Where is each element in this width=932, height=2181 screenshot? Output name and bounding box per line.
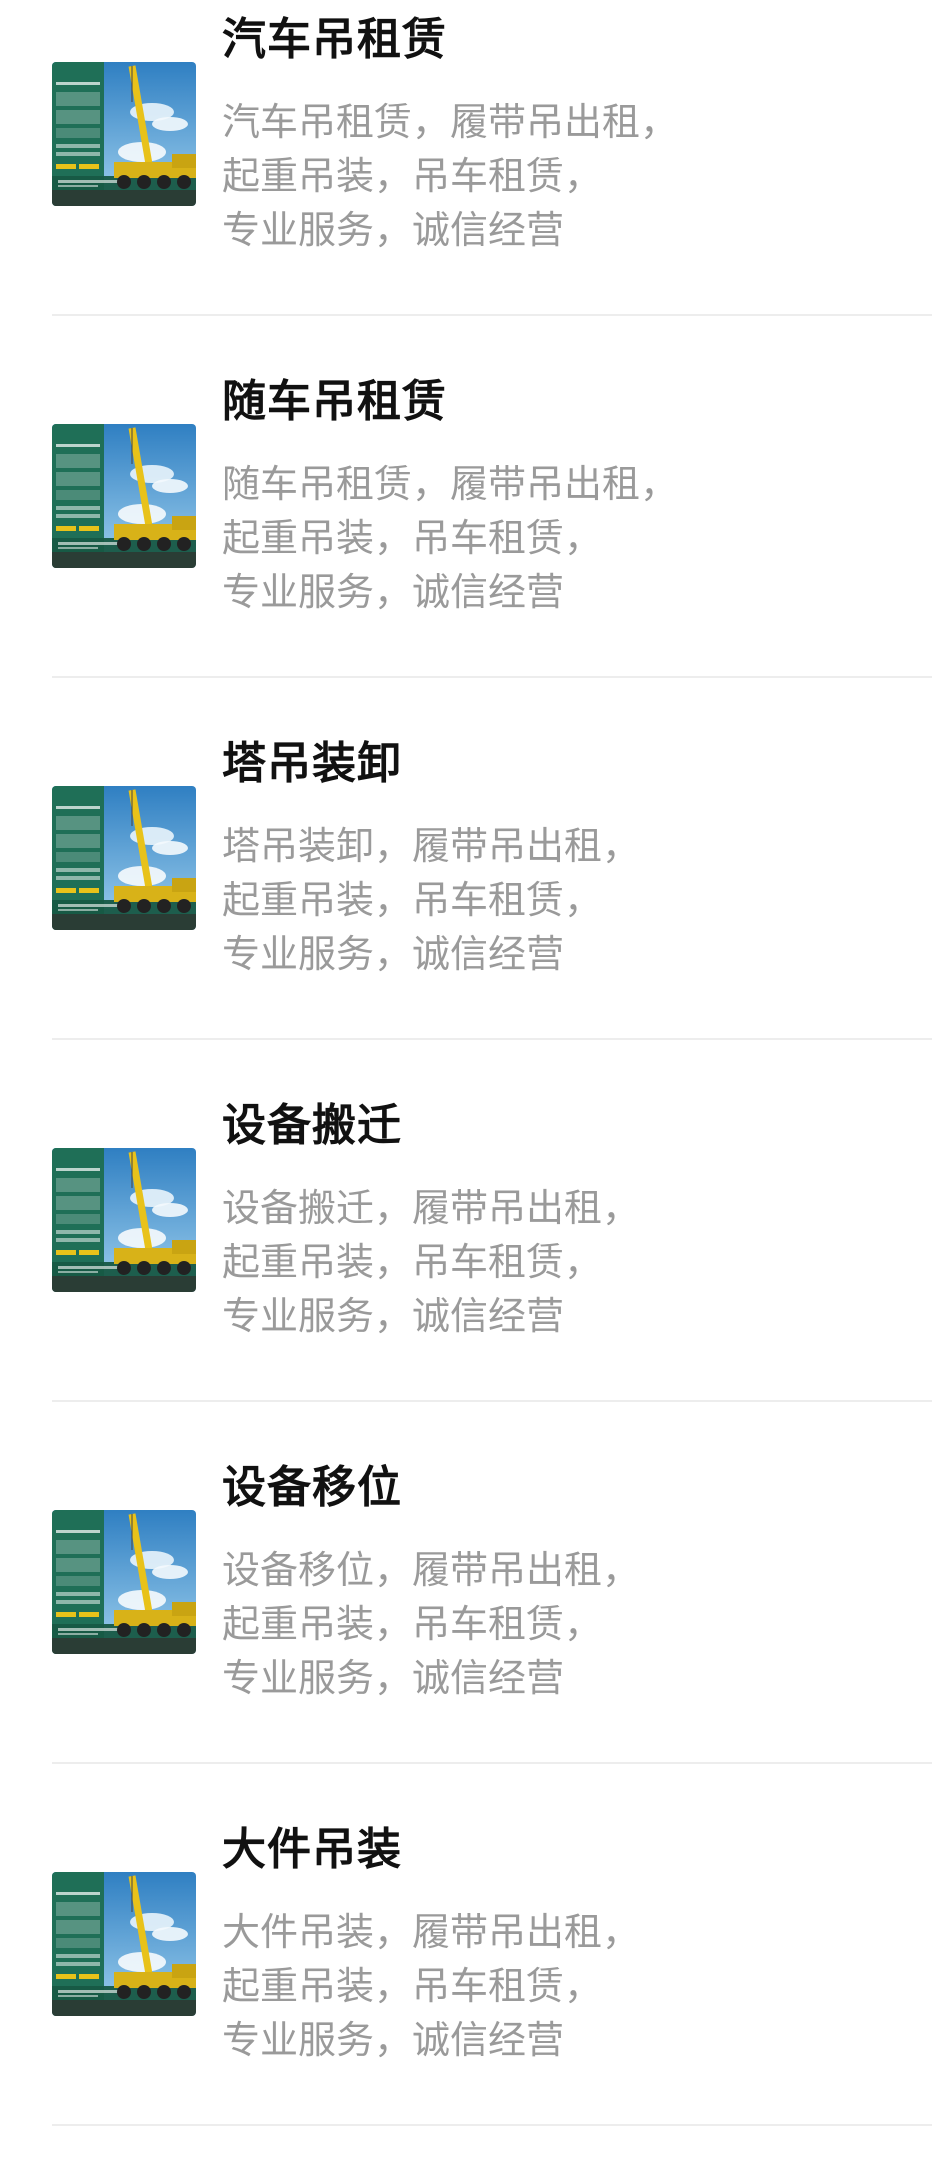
item-description-line: 专业服务，诚信经营 [222,932,565,976]
item-description-line: 起重吊装，吊车租赁， [222,878,603,922]
item-description-line: 设备移位，履带吊出租， [222,1548,641,1592]
divider [52,1762,932,1764]
crane-truck-poster-icon [52,1148,196,1292]
item-description-line: 专业服务，诚信经营 [222,1294,565,1338]
divider [52,1400,932,1402]
item-description: 设备移位，履带吊出租， 起重吊装，吊车租赁， 专业服务，诚信经营 [222,1543,640,1705]
crane-truck-poster-icon [52,786,196,930]
item-description-line: 起重吊装，吊车租赁， [222,1964,603,2008]
item-description-line: 专业服务，诚信经营 [222,1656,565,1700]
item-description-line: 设备搬迁，履带吊出租， [222,1186,641,1230]
item-description-line: 汽车吊租赁，履带吊出租， [222,100,679,144]
list-item-6[interactable]: 大件吊装 大件吊装，履带吊出租， 起重吊装，吊车租赁， 专业服务，诚信经营 [0,1810,932,2172]
divider [52,1038,932,1040]
item-description-line: 大件吊装，履带吊出租， [222,1910,641,1954]
crane-truck-poster-icon [52,62,196,206]
item-description: 汽车吊租赁，履带吊出租， 起重吊装，吊车租赁， 专业服务，诚信经营 [222,95,678,257]
crane-truck-poster-icon [52,424,196,568]
item-title: 大件吊装 [222,1824,402,1875]
crane-truck-poster-icon [52,1510,196,1654]
divider [52,676,932,678]
list-item-1[interactable]: 汽车吊租赁 汽车吊租赁，履带吊出租， 起重吊装，吊车租赁， 专业服务，诚信经营 [0,0,932,362]
item-description-line: 专业服务，诚信经营 [222,2018,565,2062]
item-title: 汽车吊租赁 [222,14,447,65]
item-title: 随车吊租赁 [222,376,447,427]
item-description-line: 起重吊装，吊车租赁， [222,1602,603,1646]
divider [52,2124,932,2126]
item-description: 随车吊租赁，履带吊出租， 起重吊装，吊车租赁， 专业服务，诚信经营 [222,457,678,619]
item-description-line: 起重吊装，吊车租赁， [222,1240,603,1284]
item-description-line: 随车吊租赁，履带吊出租， [222,462,679,506]
list-item-5[interactable]: 设备移位 设备移位，履带吊出租， 起重吊装，吊车租赁， 专业服务，诚信经营 [0,1448,932,1810]
list-item-2[interactable]: 随车吊租赁 随车吊租赁，履带吊出租， 起重吊装，吊车租赁， 专业服务，诚信经营 [0,362,932,724]
item-description-line: 起重吊装，吊车租赁， [222,154,603,198]
item-description-line: 起重吊装，吊车租赁， [222,516,603,560]
item-description-line: 专业服务，诚信经营 [222,570,565,614]
divider [52,314,932,316]
item-description: 大件吊装，履带吊出租， 起重吊装，吊车租赁， 专业服务，诚信经营 [222,1905,640,2067]
item-title: 设备移位 [222,1462,402,1513]
item-description-line: 塔吊装卸，履带吊出租， [222,824,641,868]
item-description-line: 专业服务，诚信经营 [222,208,565,252]
crane-truck-poster-icon [52,1872,196,2016]
item-description: 塔吊装卸，履带吊出租， 起重吊装，吊车租赁， 专业服务，诚信经营 [222,819,640,981]
list-item-4[interactable]: 设备搬迁 设备搬迁，履带吊出租， 起重吊装，吊车租赁， 专业服务，诚信经营 [0,1086,932,1448]
item-title: 塔吊装卸 [222,738,402,789]
item-description: 设备搬迁，履带吊出租， 起重吊装，吊车租赁， 专业服务，诚信经营 [222,1181,640,1343]
item-title: 设备搬迁 [222,1100,402,1151]
list-item-3[interactable]: 塔吊装卸 塔吊装卸，履带吊出租， 起重吊装，吊车租赁， 专业服务，诚信经营 [0,724,932,1086]
